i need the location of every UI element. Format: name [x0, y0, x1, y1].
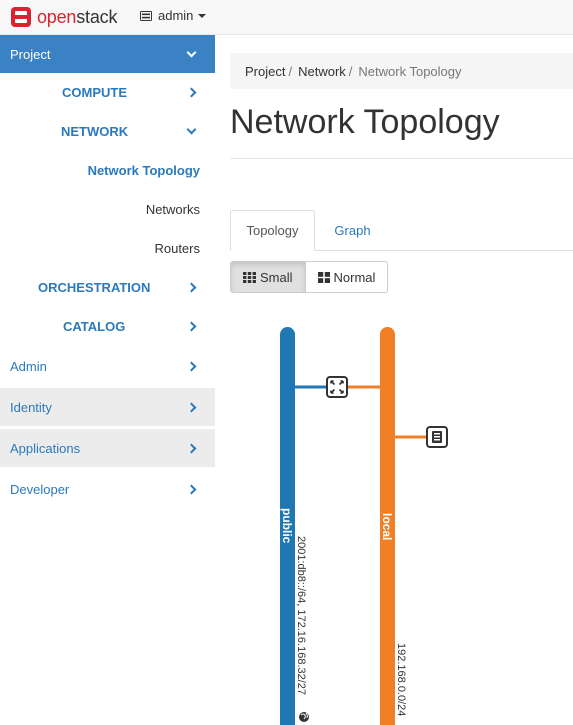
normal-button[interactable]: Normal	[305, 261, 389, 293]
sidebar-item-label: Project	[10, 46, 51, 62]
topology-canvas: public local 2001:db8::/64, 172.16.168.3…	[280, 327, 448, 725]
breadcrumb-project[interactable]: Project	[245, 64, 285, 79]
chevron-right-icon	[186, 282, 197, 293]
sidebar-item-label: Developer	[10, 481, 70, 497]
sidebar-item-applications[interactable]: Applications	[0, 429, 215, 467]
chevron-right-icon	[186, 87, 197, 98]
sidebar-item-label: Applications	[10, 440, 81, 456]
top-navbar: openstack admin	[0, 0, 573, 35]
chevron-right-icon	[186, 361, 197, 372]
sidebar-item-label: CATALOG	[63, 319, 126, 334]
sidebar-item-label: COMPUTE	[62, 85, 127, 100]
brand-name-red: open	[37, 6, 77, 27]
th-large-icon	[317, 271, 330, 283]
breadcrumb-network[interactable]: Network	[298, 64, 346, 79]
sidebar-item-label: ORCHESTRATION	[38, 280, 151, 295]
sidebar-item-developer[interactable]: Developer	[0, 470, 215, 508]
sidebar-item-label: NETWORK	[61, 124, 129, 139]
title-divider	[230, 158, 573, 159]
openstack-logo-icon	[11, 7, 31, 27]
chevron-right-icon	[186, 321, 197, 332]
project-switcher-label: admin	[158, 8, 194, 23]
openstack-logo[interactable]: openstack	[10, 5, 117, 29]
network-name-public: public	[280, 508, 294, 544]
small-button-label: Small	[260, 269, 293, 285]
chevron-right-icon	[186, 402, 197, 412]
sidebar-item-label: Network Topology	[87, 163, 200, 178]
server-icon	[140, 10, 152, 21]
sidebar-item-catalog[interactable]: CATALOG	[0, 307, 215, 346]
sidebar-item-network-topology[interactable]: Network Topology	[0, 151, 215, 190]
caret-down-icon	[198, 13, 207, 18]
normal-button-label: Normal	[333, 269, 376, 285]
size-toggle: Small Normal	[230, 261, 389, 293]
chevron-right-icon	[186, 443, 197, 453]
network-name-local: local	[380, 513, 394, 540]
sidebar-item-project[interactable]: Project	[0, 35, 215, 73]
breadcrumb: Project / Network / Network Topology	[230, 53, 573, 89]
sidebar-item-identity[interactable]: Identity	[0, 388, 215, 426]
tab-topology[interactable]: Topology	[230, 210, 315, 251]
sidebar-item-routers[interactable]: Routers	[0, 229, 215, 268]
sidebar-item-orchestration[interactable]: ORCHESTRATION	[0, 268, 215, 307]
router-icon[interactable]	[326, 376, 348, 398]
chevron-down-icon	[186, 47, 197, 57]
breadcrumb-separator: /	[348, 63, 353, 79]
subnet-label-local: 192.168.0.0/24	[395, 643, 407, 716]
chevron-down-icon	[186, 124, 197, 135]
th-icon	[243, 271, 256, 283]
small-button[interactable]: Small	[230, 261, 306, 293]
instance-icon[interactable]	[426, 426, 448, 448]
breadcrumb-separator: /	[288, 63, 293, 79]
sidebar-item-compute[interactable]: COMPUTE	[0, 73, 215, 112]
sidebar-item-label: Routers	[154, 241, 200, 256]
sidebar-item-admin[interactable]: Admin	[0, 347, 215, 386]
sidebar-item-networks[interactable]: Networks	[0, 190, 215, 229]
subnet-label-public: 2001:db8::/64, 172.16.168.32/27	[295, 536, 307, 695]
view-tabs: Topology Graph	[230, 210, 573, 251]
sidebar-item-label: Admin	[10, 359, 47, 374]
sidebar: Project COMPUTE NETWORK Network Topology…	[0, 35, 215, 725]
sidebar-item-network[interactable]: NETWORK	[0, 112, 215, 151]
page-title: Network Topology	[230, 103, 500, 141]
globe-icon	[299, 712, 309, 722]
sidebar-item-label: Identity	[10, 399, 52, 415]
chevron-right-icon	[186, 484, 197, 494]
openstack-wordmark: openstack	[37, 7, 117, 28]
sidebar-item-label: Networks	[145, 202, 200, 217]
tab-graph[interactable]: Graph	[315, 210, 390, 251]
project-switcher[interactable]: admin	[140, 8, 207, 23]
brand-name-dark: stack	[76, 6, 118, 27]
breadcrumb-current: Network Topology	[358, 63, 462, 79]
